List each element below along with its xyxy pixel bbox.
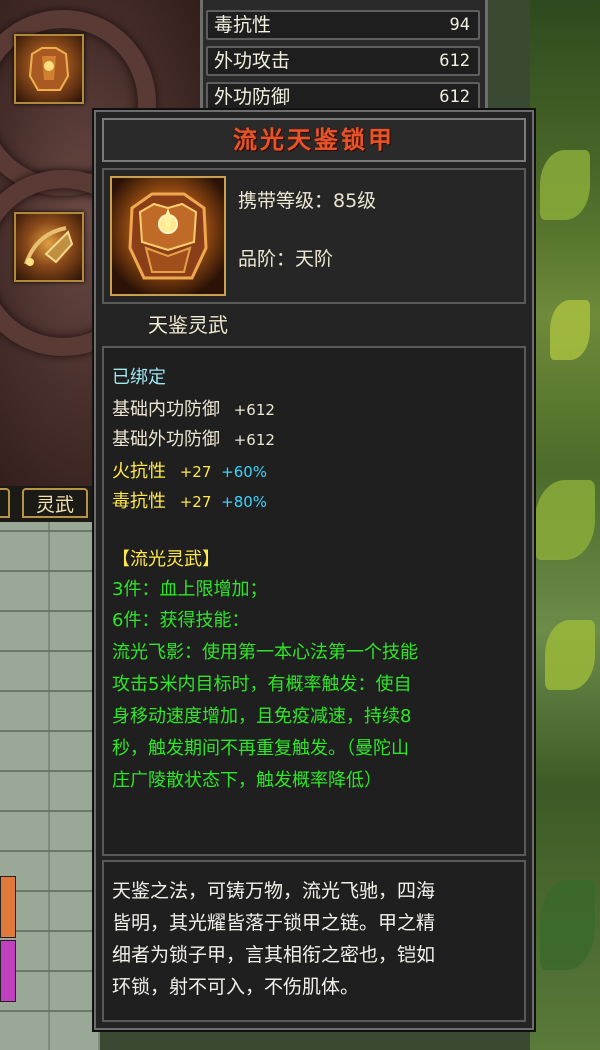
tab-label: 灵武 bbox=[35, 494, 74, 516]
side-indicator bbox=[0, 876, 16, 938]
resist-value: +27 bbox=[179, 463, 212, 481]
attribute-value: +612 bbox=[233, 401, 275, 419]
chain-weapon-slot-icon[interactable] bbox=[14, 212, 84, 282]
item-category-label: 天鉴灵武 bbox=[148, 313, 228, 337]
item-tooltip: 流光天鉴锁甲 携带等级：85级 品阶：天阶 天鉴灵武 已绑定 基础内功防御 +6… bbox=[94, 110, 534, 1030]
set-line: 秒，触发期间不再重复触发。（曼陀山 bbox=[112, 738, 409, 759]
stat-label: 毒抗性 bbox=[214, 14, 272, 36]
set-line: 3件：血上限增加； bbox=[112, 579, 268, 600]
lore-box: 天鉴之法，可铸万物，流光飞驰，四海 皆明，其光耀皆落于锁甲之链。甲之精 细者为锁… bbox=[102, 860, 526, 1022]
carry-level: 携带等级：85级 bbox=[238, 190, 377, 212]
bound-status: 已绑定 bbox=[112, 367, 166, 388]
lore-line: 天鉴之法，可铸万物，流光飞驰，四海 bbox=[112, 880, 436, 902]
attribute-box: 已绑定 基础内功防御 +612 基础外功防御 +612 火抗性 +27 +60%… bbox=[102, 346, 526, 856]
set-line: 攻击5米内目标时，有概率触发：使自 bbox=[112, 674, 412, 695]
stat-row: 毒抗性 94 bbox=[206, 10, 480, 40]
leaf bbox=[540, 880, 595, 970]
resist-label: 毒抗性 bbox=[112, 491, 166, 512]
stat-value: 94 bbox=[449, 15, 470, 35]
resist-line: 火抗性 +27 +60% bbox=[112, 460, 267, 484]
tab-edge[interactable] bbox=[0, 488, 10, 518]
tooltip-title-bar: 流光天鉴锁甲 bbox=[102, 118, 526, 162]
leaf bbox=[540, 150, 590, 220]
resist-value: +27 bbox=[179, 493, 212, 511]
resist-label: 火抗性 bbox=[112, 461, 166, 482]
attribute-label: 基础内功防御 bbox=[112, 399, 220, 420]
armor-chest-icon bbox=[110, 176, 226, 296]
attribute-line: 基础内功防御 +612 bbox=[112, 398, 275, 422]
leaf bbox=[535, 480, 595, 560]
foliage-background bbox=[530, 0, 600, 1050]
stat-label: 外功攻击 bbox=[214, 50, 291, 72]
attribute-value: +612 bbox=[233, 431, 275, 449]
item-header: 携带等级：85级 品阶：天阶 bbox=[102, 168, 526, 304]
attribute-label: 基础外功防御 bbox=[112, 429, 220, 450]
resist-line: 毒抗性 +27 +80% bbox=[112, 490, 267, 514]
lore-line: 细者为锁子甲，言其相衔之密也，铠如 bbox=[112, 944, 436, 966]
stat-value: 612 bbox=[439, 51, 470, 71]
tab-lingwu[interactable]: 灵武 bbox=[22, 488, 88, 518]
lore-line: 皆明，其光耀皆落于锁甲之链。甲之精 bbox=[112, 912, 436, 934]
armor-slot-icon[interactable] bbox=[14, 34, 84, 104]
attribute-line: 基础外功防御 +612 bbox=[112, 428, 275, 452]
side-indicator bbox=[0, 940, 16, 1002]
stat-value: 612 bbox=[439, 87, 470, 107]
item-name: 流光天鉴锁甲 bbox=[233, 126, 395, 154]
lore-line: 环锁，射不可入，不伤肌体。 bbox=[112, 976, 360, 998]
item-grade: 品阶：天阶 bbox=[238, 248, 334, 270]
set-line: 庄广陵散状态下，触发概率降低） bbox=[112, 770, 382, 791]
item-category: 天鉴灵武 bbox=[96, 308, 532, 342]
resist-bonus: +60% bbox=[221, 463, 268, 481]
set-line: 6件：获得技能： bbox=[112, 610, 250, 631]
leaf bbox=[550, 300, 590, 360]
resist-bonus: +80% bbox=[221, 493, 268, 511]
stat-row: 外功防御 612 bbox=[206, 82, 480, 112]
leaf bbox=[545, 620, 595, 690]
set-name: 【流光灵武】 bbox=[112, 549, 220, 570]
stat-row: 外功攻击 612 bbox=[206, 46, 480, 76]
set-line: 身移动速度增加，且免疫减速，持续8 bbox=[112, 706, 412, 727]
stat-label: 外功防御 bbox=[214, 86, 291, 108]
set-line: 流光飞影：使用第一本心法第一个技能 bbox=[112, 642, 418, 663]
